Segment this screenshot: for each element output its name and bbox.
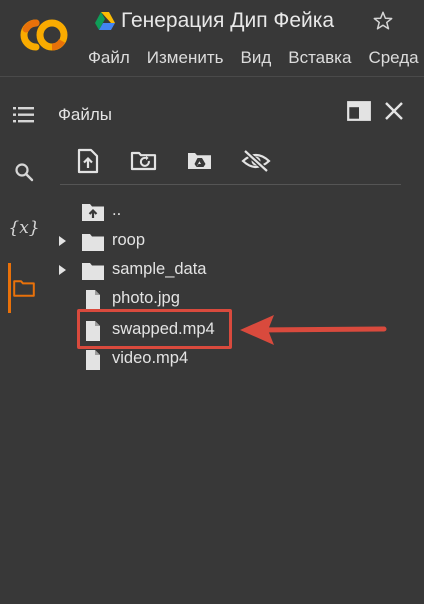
- hide-hidden-files-button[interactable]: [240, 145, 272, 177]
- tree-item-label: video.mp4: [112, 349, 189, 367]
- menu-bar: Файл Изменить Вид Вставка Среда: [88, 48, 419, 70]
- menu-item-edit[interactable]: Изменить: [147, 48, 224, 70]
- file-icon: [86, 350, 100, 370]
- chevron-right-icon[interactable]: [56, 264, 68, 276]
- search-button[interactable]: [0, 154, 48, 190]
- tree-item-label: roop: [112, 231, 146, 249]
- open-in-new-tab-icon: [347, 101, 371, 121]
- chevron-right-icon[interactable]: [56, 235, 68, 247]
- mount-drive-button[interactable]: [184, 145, 216, 177]
- tree-item-label: sample_data: [112, 260, 207, 278]
- menu-item-runtime[interactable]: Среда: [368, 48, 418, 70]
- table-of-contents-button[interactable]: [0, 97, 48, 133]
- variables-icon: {x}: [8, 218, 40, 238]
- google-drive-icon: [95, 12, 115, 30]
- tree-item-roop[interactable]: roop: [48, 227, 424, 255]
- upload-file-icon: [77, 148, 99, 174]
- files-button[interactable]: [0, 270, 48, 306]
- parent-folder-icon: [82, 204, 104, 221]
- menu-item-insert[interactable]: Вставка: [288, 48, 351, 70]
- top-bar: Генерация Дип Фейка Файл Изменить Вид Вс…: [0, 0, 424, 77]
- toolbar-separator: [60, 184, 401, 185]
- close-panel-button[interactable]: [381, 98, 407, 124]
- highlight-box: [77, 309, 232, 349]
- hide-hidden-files-icon: [241, 149, 271, 173]
- star-icon[interactable]: [372, 10, 394, 32]
- tree-item-parent[interactable]: ..: [48, 197, 424, 225]
- panel-title: Файлы: [58, 105, 113, 124]
- variables-button[interactable]: {x}: [0, 210, 48, 246]
- tree-item-label: ..: [112, 201, 122, 219]
- refresh-folder-icon: [130, 151, 157, 171]
- side-rail: {x}: [0, 77, 48, 604]
- menu-item-file[interactable]: Файл: [88, 48, 130, 70]
- mount-drive-icon: [188, 153, 211, 169]
- menu-item-view[interactable]: Вид: [240, 48, 271, 70]
- files-icon: [13, 280, 35, 297]
- colab-logo[interactable]: [16, 17, 72, 53]
- open-in-tab-button[interactable]: [346, 98, 372, 124]
- search-icon: [15, 163, 34, 182]
- table-of-contents-icon: [13, 107, 34, 123]
- folder-icon: [82, 263, 104, 280]
- refresh-button[interactable]: [128, 145, 160, 177]
- folder-icon: [82, 234, 104, 251]
- tree-item-sample-data[interactable]: sample_data: [48, 256, 424, 284]
- notebook-title[interactable]: Генерация Дип Фейка: [121, 9, 334, 33]
- file-icon: [86, 290, 100, 310]
- close-icon: [385, 102, 403, 120]
- upload-button[interactable]: [72, 145, 104, 177]
- tree-item-video[interactable]: video.mp4: [48, 345, 424, 373]
- annotation-arrow-icon: [240, 315, 387, 345]
- tree-item-label: photo.jpg: [112, 289, 180, 307]
